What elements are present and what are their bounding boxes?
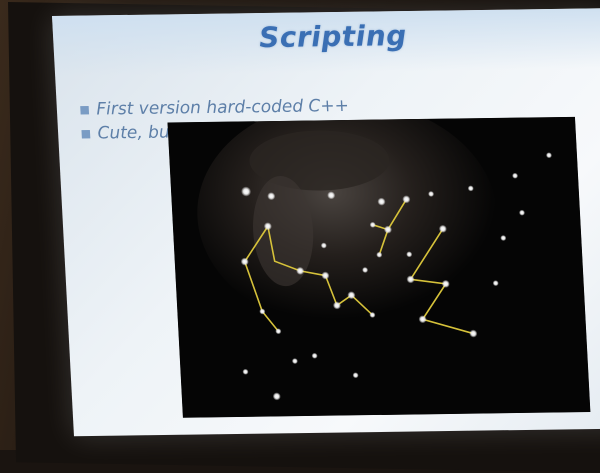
tracking-visualization xyxy=(167,116,591,418)
tracking-video-frame xyxy=(167,116,591,418)
bullet-item: ▪ First version hard-coded C++ xyxy=(78,96,349,120)
bullet-marker-icon: ▪ xyxy=(78,99,91,120)
bullet-text: First version hard-coded C++ xyxy=(95,95,350,120)
presentation-slide: Scripting ▪ First version hard-coded C++ … xyxy=(52,8,600,437)
bullet-marker-icon: ▪ xyxy=(79,123,93,144)
